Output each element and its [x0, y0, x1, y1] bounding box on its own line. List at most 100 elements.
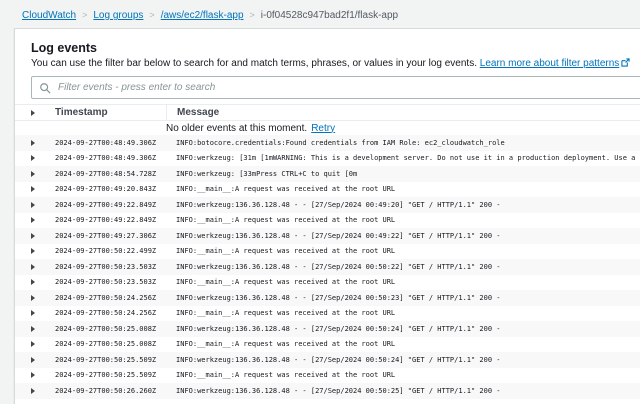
- message-column-header[interactable]: Message: [166, 104, 640, 121]
- row-expand-cell: [15, 186, 55, 192]
- log-event-message: INFO:werkzeug:136.36.128.48 - - [27/Sep/…: [166, 387, 640, 395]
- retry-link[interactable]: Retry: [311, 123, 335, 134]
- expand-row-icon[interactable]: [31, 171, 35, 177]
- row-expand-cell: [15, 388, 55, 394]
- expand-row-icon[interactable]: [31, 295, 35, 301]
- row-expand-cell: [15, 248, 55, 254]
- row-expand-cell: [15, 217, 55, 223]
- log-event-timestamp: 2024-09-27T00:50:22.499Z: [55, 247, 166, 255]
- breadcrumb-current: i-0f04528c947bad2f1/flask-app: [261, 10, 398, 21]
- panel-description-text: You can use the filter bar below to sear…: [31, 58, 477, 69]
- log-event-message: INFO:werkzeug: [31m [1mWARNING: This is …: [166, 154, 640, 162]
- page-title: Log events: [31, 41, 640, 55]
- log-event-timestamp: 2024-09-27T00:50:24.256Z: [55, 309, 166, 317]
- no-older-events-text: No older events at this moment.: [166, 123, 307, 134]
- log-event-message: INFO:werkzeug: [33mPress CTRL+C to quit …: [166, 170, 640, 178]
- log-event-row[interactable]: 2024-09-27T00:50:24.256Z INFO:werkzeug:1…: [15, 290, 640, 306]
- log-event-row[interactable]: 2024-09-27T00:50:25.509Z INFO:werkzeug:1…: [15, 352, 640, 368]
- log-event-message: INFO:__main__:A request was received at …: [166, 340, 640, 348]
- expand-row-icon[interactable]: [31, 140, 35, 146]
- breadcrumb-separator-icon: >: [149, 10, 154, 20]
- log-event-row[interactable]: 2024-09-27T00:50:24.256Z INFO:__main__:A…: [15, 306, 640, 322]
- row-expand-cell: [15, 202, 55, 208]
- row-expand-cell: [15, 264, 55, 270]
- expand-row-icon[interactable]: [31, 186, 35, 192]
- filter-input[interactable]: [31, 76, 640, 99]
- no-older-events-row: No older events at this moment. Retry: [15, 121, 640, 135]
- log-event-row[interactable]: 2024-09-27T00:50:26.260Z INFO:werkzeug:1…: [15, 383, 640, 399]
- search-icon: [39, 81, 51, 99]
- log-event-row[interactable]: 2024-09-27T00:48:49.306Z INFO:werkzeug: …: [15, 151, 640, 167]
- learn-more-link[interactable]: Learn more about filter patterns: [480, 58, 620, 69]
- log-event-row[interactable]: 2024-09-27T00:50:22.499Z INFO:__main__:A…: [15, 244, 640, 260]
- filter-bar: [31, 76, 640, 99]
- row-expand-cell: [15, 171, 55, 177]
- panel-header: Log events You can use the filter bar be…: [15, 29, 640, 99]
- log-event-row[interactable]: 2024-09-27T00:49:22.849Z INFO:__main__:A…: [15, 213, 640, 229]
- log-event-timestamp: 2024-09-27T00:48:49.306Z: [55, 154, 166, 162]
- breadcrumb: CloudWatch > Log groups > /aws/ec2/flask-app…: [22, 9, 398, 22]
- log-event-message: INFO:__main__:A request was received at …: [166, 185, 640, 193]
- expand-row-icon[interactable]: [31, 341, 35, 347]
- expand-all-icon[interactable]: [31, 110, 35, 116]
- log-event-timestamp: 2024-09-27T00:50:23.503Z: [55, 263, 166, 271]
- row-expand-cell: [15, 155, 55, 161]
- log-event-row[interactable]: 2024-09-27T00:49:22.849Z INFO:werkzeug:1…: [15, 197, 640, 213]
- log-event-row[interactable]: 2024-09-27T00:49:20.843Z INFO:__main__:A…: [15, 182, 640, 198]
- log-event-row[interactable]: 2024-09-27T00:48:49.306Z INFO:botocore.c…: [15, 135, 640, 151]
- breadcrumb-link[interactable]: /aws/ec2/flask-app: [161, 10, 244, 21]
- table-header-row: Timestamp Message: [15, 104, 640, 121]
- timestamp-column-header[interactable]: Timestamp: [55, 107, 166, 118]
- expand-row-icon[interactable]: [31, 326, 35, 332]
- log-event-message: INFO:werkzeug:136.36.128.48 - - [27/Sep/…: [166, 263, 640, 271]
- expand-row-icon[interactable]: [31, 155, 35, 161]
- expand-row-icon[interactable]: [31, 357, 35, 363]
- external-link-icon: [621, 58, 630, 71]
- expand-row-icon[interactable]: [31, 310, 35, 316]
- row-expand-cell: [15, 372, 55, 378]
- row-expand-cell: [15, 233, 55, 239]
- log-event-timestamp: 2024-09-27T00:50:25.509Z: [55, 356, 166, 364]
- expand-row-icon[interactable]: [31, 217, 35, 223]
- log-event-message: INFO:werkzeug:136.36.128.48 - - [27/Sep/…: [166, 232, 640, 240]
- breadcrumb-separator-icon: >: [250, 10, 255, 20]
- log-event-timestamp: 2024-09-27T00:50:26.260Z: [55, 387, 166, 395]
- log-event-row[interactable]: 2024-09-27T00:50:25.008Z INFO:__main__:A…: [15, 337, 640, 353]
- log-event-timestamp: 2024-09-27T00:50:25.509Z: [55, 371, 166, 379]
- log-event-row[interactable]: 2024-09-27T00:50:23.503Z INFO:werkzeug:1…: [15, 259, 640, 275]
- row-expand-cell: [15, 140, 55, 146]
- log-event-row[interactable]: 2024-09-27T00:50:25.008Z INFO:werkzeug:1…: [15, 321, 640, 337]
- log-event-message: INFO:werkzeug:136.36.128.48 - - [27/Sep/…: [166, 201, 640, 209]
- breadcrumb-separator-icon: >: [82, 10, 87, 20]
- expand-row-icon[interactable]: [31, 372, 35, 378]
- expand-row-icon[interactable]: [31, 202, 35, 208]
- log-event-message: INFO:werkzeug:136.36.128.48 - - [27/Sep/…: [166, 356, 640, 364]
- breadcrumb-link[interactable]: Log groups: [93, 10, 143, 21]
- log-event-row[interactable]: 2024-09-27T00:50:25.509Z INFO:__main__:A…: [15, 368, 640, 384]
- row-expand-cell: [15, 357, 55, 363]
- log-event-timestamp: 2024-09-27T00:50:23.503Z: [55, 278, 166, 286]
- log-events-panel: Log events You can use the filter bar be…: [14, 28, 640, 404]
- log-table-body: 2024-09-27T00:48:49.306Z INFO:botocore.c…: [15, 135, 640, 399]
- log-event-message: INFO:botocore.credentials:Found credenti…: [166, 139, 640, 147]
- log-event-message: INFO:__main__:A request was received at …: [166, 278, 640, 286]
- expand-all-cell: [15, 110, 55, 116]
- expand-row-icon[interactable]: [31, 248, 35, 254]
- breadcrumb-link[interactable]: CloudWatch: [22, 10, 76, 21]
- log-event-message: INFO:werkzeug:136.36.128.48 - - [27/Sep/…: [166, 294, 640, 302]
- row-expand-cell: [15, 295, 55, 301]
- log-event-timestamp: 2024-09-27T00:50:25.008Z: [55, 325, 166, 333]
- log-event-row[interactable]: 2024-09-27T00:48:54.728Z INFO:werkzeug: …: [15, 166, 640, 182]
- expand-row-icon[interactable]: [31, 233, 35, 239]
- expand-row-icon[interactable]: [31, 279, 35, 285]
- expand-row-icon[interactable]: [31, 388, 35, 394]
- panel-description: You can use the filter bar below to sear…: [31, 58, 640, 71]
- log-event-row[interactable]: 2024-09-27T00:49:27.306Z INFO:werkzeug:1…: [15, 228, 640, 244]
- row-expand-cell: [15, 341, 55, 347]
- log-event-message: INFO:__main__:A request was received at …: [166, 371, 640, 379]
- expand-row-icon[interactable]: [31, 264, 35, 270]
- log-event-message: INFO:__main__:A request was received at …: [166, 309, 640, 317]
- log-event-row[interactable]: 2024-09-27T00:50:23.503Z INFO:__main__:A…: [15, 275, 640, 291]
- log-event-timestamp: 2024-09-27T00:49:22.849Z: [55, 216, 166, 224]
- log-event-timestamp: 2024-09-27T00:48:54.728Z: [55, 170, 166, 178]
